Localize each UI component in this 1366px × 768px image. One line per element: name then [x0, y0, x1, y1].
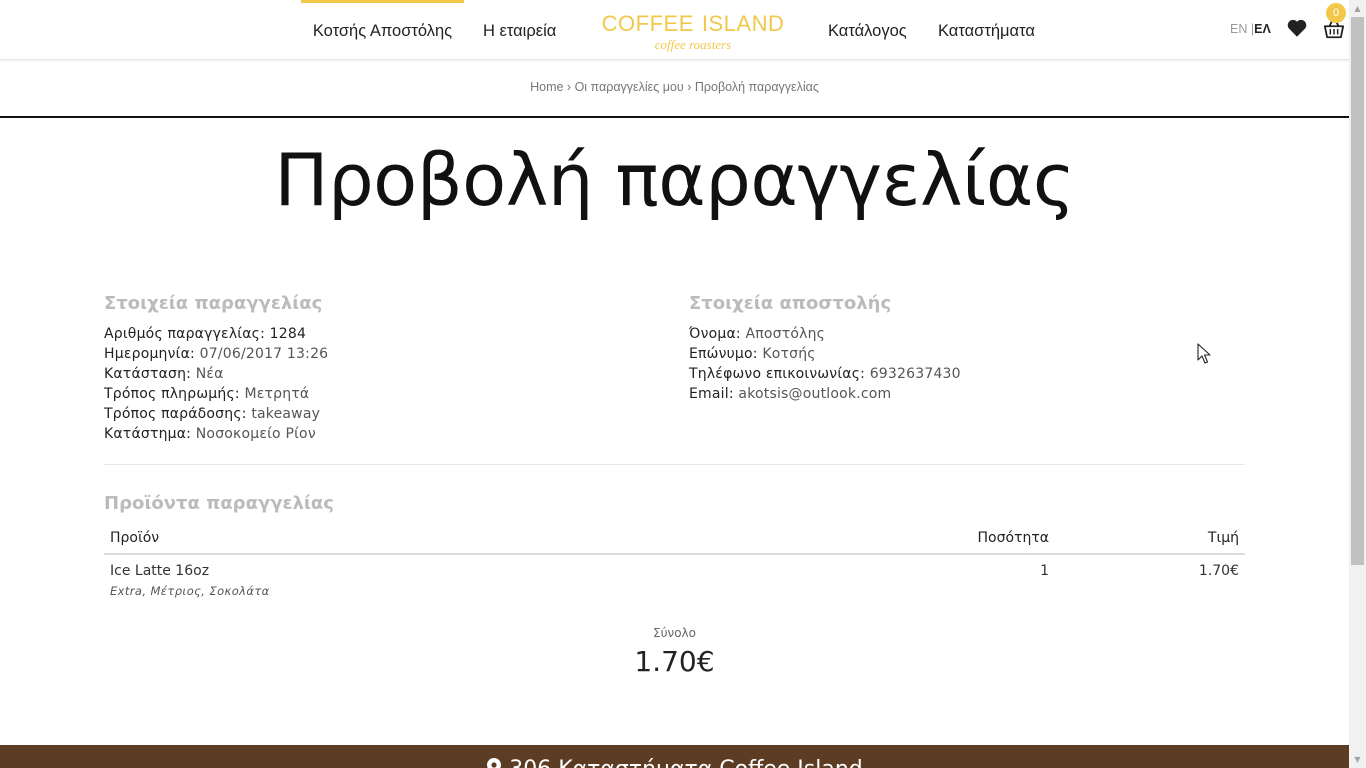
breadcrumb-separator: › — [566, 80, 572, 94]
field-label: Τρόπος παράδοσης: — [104, 406, 247, 422]
order-status-value: Νέα — [195, 366, 224, 382]
shipping-details-heading: Στοιχεία αποστολής — [689, 293, 892, 314]
field-label: Ημερομηνία: — [104, 346, 195, 362]
section-divider — [104, 464, 1245, 465]
email-row: Email: akotsis@outlook.com — [689, 384, 961, 404]
logo-tagline: coffee roasters — [654, 37, 732, 52]
order-date-value: 07/06/2017 13:26 — [199, 346, 329, 362]
column-header-product: Προϊόν — [110, 530, 160, 546]
breadcrumb-separator: › — [687, 80, 692, 94]
shipping-details-list: Όνομα: Αποστόλης Επώνυμο: Κοτσής Τηλέφων… — [689, 324, 961, 404]
products-heading: Προϊόντα παραγγελίας — [104, 493, 334, 514]
last-name-value: Κοτσής — [762, 346, 816, 362]
column-header-price: Τιμή — [1207, 530, 1239, 546]
page-title: Προβολή παραγγελίας — [274, 138, 1075, 222]
product-options: Extra, Μέτριος, Σοκολάτα — [110, 584, 270, 598]
first-name-row: Όνομα: Αποστόλης — [689, 324, 961, 344]
cart-count-badge: 0 — [1326, 3, 1346, 23]
order-details-list: Αριθμός παραγγελίας: 1284 Ημερομηνία: 07… — [104, 324, 328, 444]
scroll-thumb[interactable] — [1351, 17, 1364, 565]
header-divider — [0, 116, 1349, 118]
breadcrumb: Home › Οι παραγγελίες μου › Προβολή παρα… — [0, 80, 1349, 94]
footer-store-count: 306 Καταστήματα Coffee Island — [509, 757, 863, 768]
delivery-method-row: Τρόπος παράδοσης: takeaway — [104, 404, 328, 424]
total-value: 1.70€ — [634, 645, 715, 678]
breadcrumb-home[interactable]: Home — [530, 80, 563, 94]
logo-text-island: ISLAND — [701, 11, 785, 36]
phone-row: Τηλέφωνο επικοινωνίας: 6932637430 — [689, 364, 961, 384]
delivery-method-value: takeaway — [251, 406, 321, 422]
product-price: 1.70€ — [1198, 563, 1239, 579]
payment-method-value: Μετρητά — [244, 386, 310, 402]
coffee-island-logo[interactable]: COFFEE ISLAND coffee roasters — [601, 8, 785, 52]
product-quantity: 1 — [1040, 563, 1049, 579]
last-name-row: Επώνυμο: Κοτσής — [689, 344, 961, 364]
field-label: Επώνυμο: — [689, 346, 758, 362]
order-details-heading: Στοιχεία παραγγελίας — [104, 293, 323, 314]
order-date-row: Ημερομηνία: 07/06/2017 13:26 — [104, 344, 328, 364]
field-label: Τρόπος πληρωμής: — [104, 386, 240, 402]
first-name-value: Αποστόλης — [745, 326, 826, 342]
column-header-quantity: Ποσότητα — [977, 530, 1050, 546]
lang-en[interactable]: EN — [1230, 22, 1247, 36]
top-navigation-bar: Κοτσής Αποστόλης Η εταιρεία COFFEE ISLAN… — [0, 0, 1349, 60]
location-pin-icon — [487, 758, 502, 768]
field-label: Όνομα: — [689, 326, 741, 342]
field-label: Τηλέφωνο επικοινωνίας: — [689, 366, 866, 382]
field-label: Κατάσταση: — [104, 366, 192, 382]
logo-text-coffee: COFFEE — [601, 11, 694, 36]
field-label: Κατάστημα: — [104, 426, 192, 442]
order-number-value: 1284 — [269, 326, 307, 342]
footer-text: 306 Καταστήματα Coffee Island — [0, 757, 1349, 768]
store-row: Κατάστημα: Νοσοκομείο Ρίον — [104, 424, 328, 444]
language-switcher: EN |ΕΛ — [1230, 22, 1271, 36]
breadcrumb-my-orders[interactable]: Οι παραγγελίες μου — [575, 80, 684, 94]
store-value: Νοσοκομείο Ρίον — [195, 426, 316, 442]
footer-banner: 306 Καταστήματα Coffee Island — [0, 745, 1349, 768]
mouse-cursor-icon — [1197, 343, 1211, 364]
products-table: Προϊόν Ποσότητα Τιμή Ice Latte 16oz Extr… — [104, 527, 1245, 605]
nav-stores[interactable]: Καταστήματα — [938, 0, 1035, 60]
field-label: Email: — [689, 386, 734, 402]
email-value: akotsis@outlook.com — [738, 386, 892, 402]
table-header: Προϊόν Ποσότητα Τιμή — [104, 527, 1245, 555]
wishlist-heart-icon[interactable] — [1286, 17, 1308, 39]
order-number-row: Αριθμός παραγγελίας: 1284 — [104, 324, 328, 344]
lang-el[interactable]: ΕΛ — [1254, 22, 1271, 36]
field-label: Αριθμός παραγγελίας: — [104, 326, 266, 342]
breadcrumb-current: Προβολή παραγγελίας — [694, 80, 819, 94]
order-status-row: Κατάσταση: Νέα — [104, 364, 328, 384]
payment-method-row: Τρόπος πληρωμής: Μετρητά — [104, 384, 328, 404]
scroll-up-arrow-icon[interactable]: ▲ — [1349, 0, 1366, 17]
nav-company[interactable]: Η εταιρεία — [483, 0, 556, 60]
nav-user-account[interactable]: Κοτσής Αποστόλης — [301, 0, 464, 60]
nav-catalog[interactable]: Κατάλογος — [828, 0, 907, 60]
product-name: Ice Latte 16oz — [110, 563, 210, 579]
phone-value: 6932637430 — [869, 366, 961, 382]
scroll-down-arrow-icon[interactable]: ▼ — [1349, 751, 1366, 768]
total-label: Σύνολο — [652, 626, 696, 640]
table-row: Ice Latte 16oz Extra, Μέτριος, Σοκολάτα … — [104, 555, 1245, 605]
